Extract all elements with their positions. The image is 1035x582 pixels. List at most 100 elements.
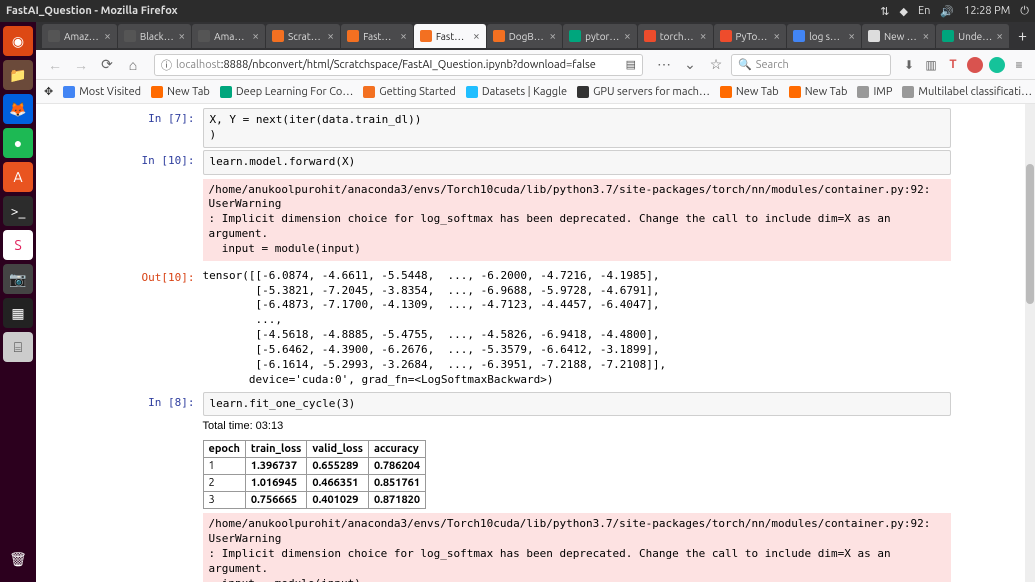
bookmarks-menu[interactable]: ✥ [44, 85, 53, 98]
browser-tab[interactable]: DogBreeds× [487, 24, 562, 48]
browser-tab[interactable]: torch — Py× [638, 24, 713, 48]
browser-tab[interactable]: PyTorch: p× [714, 24, 787, 48]
screenshot-icon[interactable]: 📷 [3, 264, 33, 294]
table-header: accuracy [368, 441, 425, 458]
tab-favicon [198, 30, 210, 42]
tab-close-icon[interactable]: × [549, 30, 556, 43]
bookmark-favicon [577, 86, 589, 98]
table-header: epoch [203, 441, 245, 458]
dash-icon[interactable]: ◉ [3, 26, 33, 56]
table-cell: 0.786204 [368, 458, 425, 475]
table-cell: 1 [203, 458, 245, 475]
bookmark-item[interactable]: GPU servers for mach… [577, 86, 710, 98]
tab-close-icon[interactable]: × [104, 30, 111, 43]
prompt-in: In [10]: [121, 150, 203, 265]
tab-favicon [644, 30, 656, 42]
tab-close-icon[interactable]: × [848, 30, 855, 43]
table-cell: 0.466351 [307, 475, 369, 492]
tab-label: FastAI_Qu [436, 31, 469, 42]
power-icon[interactable]: ⏻ [1020, 5, 1029, 18]
bookmark-item[interactable]: Getting Started [363, 86, 456, 98]
tab-close-icon[interactable]: × [473, 30, 480, 43]
vertical-scrollbar[interactable] [1025, 104, 1035, 582]
tab-label: Amazon.in: [64, 31, 100, 42]
bookmark-item[interactable]: IMP [857, 86, 892, 98]
warning-output: /home/anukoolpurohit/anaconda3/envs/Torc… [203, 179, 951, 261]
bookmark-item[interactable]: Most Visited [63, 86, 141, 98]
info-icon[interactable]: ⓘ [161, 57, 172, 73]
volume-icon[interactable]: 🔊 [940, 5, 954, 18]
app-icon[interactable]: ▦ [3, 298, 33, 328]
table-header: valid_loss [307, 441, 369, 458]
browser-tab[interactable]: Amazon.in × [192, 24, 265, 48]
tab-close-icon[interactable]: × [773, 30, 780, 43]
tab-close-icon[interactable]: × [327, 30, 334, 43]
code-input[interactable]: X, Y = next(iter(data.train_dl)) ) [203, 108, 951, 148]
bookmark-favicon [902, 86, 914, 98]
text-icon[interactable]: T [945, 57, 961, 73]
tab-close-icon[interactable]: × [400, 30, 407, 43]
browser-tab[interactable]: pytorch ad× [563, 24, 637, 48]
slack-icon[interactable]: S [3, 230, 33, 260]
code-input[interactable]: learn.model.forward(X) [203, 150, 951, 175]
clock[interactable]: 12:28 PM [964, 5, 1010, 17]
bookmark-item[interactable]: New Tab [720, 86, 779, 98]
save-pocket-icon[interactable]: ⌄ [679, 54, 701, 76]
trash-icon[interactable]: 🗑 [3, 544, 33, 574]
bookmark-item[interactable]: Datasets | Kaggle [466, 86, 567, 98]
forward-button[interactable]: → [70, 54, 92, 76]
page-actions-icon[interactable]: ⋯ [653, 54, 675, 76]
updates-icon[interactable]: ◆ [899, 5, 907, 18]
tab-close-icon[interactable]: × [700, 30, 707, 43]
bookmark-favicon [466, 86, 478, 98]
menu-icon[interactable]: ≡ [1011, 57, 1027, 73]
new-tab-button[interactable]: + [1010, 27, 1035, 45]
bookmark-label: GPU servers for mach… [593, 86, 710, 98]
tab-close-icon[interactable]: × [922, 30, 929, 43]
downloads-icon[interactable]: ⬇ [901, 57, 917, 73]
bookmark-item[interactable]: Deep Learning For Co… [220, 86, 353, 98]
grammarly-icon[interactable] [989, 57, 1005, 73]
url-bar[interactable]: ⓘ localhost:8888/nbconvert/html/Scratchs… [154, 54, 643, 76]
tab-label: FastAI_Qu [363, 31, 396, 42]
tab-close-icon[interactable]: × [624, 30, 631, 43]
terminal-icon[interactable]: >_ [3, 196, 33, 226]
tab-favicon [124, 30, 136, 42]
browser-tab[interactable]: Black & De× [118, 24, 191, 48]
browser-tab[interactable]: Amazon.in: × [42, 24, 117, 48]
bookmark-item[interactable]: New Tab [151, 86, 210, 98]
tab-close-icon[interactable]: × [252, 30, 259, 43]
reload-button[interactable]: ⟳ [96, 54, 118, 76]
bookmark-star-icon[interactable]: ☆ [705, 54, 727, 76]
browser-tab[interactable]: FastAI_Qu × [414, 24, 486, 48]
tab-label: Amazon.in [214, 31, 248, 42]
browser-tab[interactable]: FastAI_Qu × [341, 24, 413, 48]
browser-tab[interactable]: Understan× [936, 24, 1009, 48]
code-input[interactable]: learn.fit_one_cycle(3) [203, 392, 951, 417]
tab-favicon [868, 30, 880, 42]
tab-close-icon[interactable]: × [178, 30, 185, 43]
drive-icon[interactable]: ⌸ [3, 332, 33, 362]
bookmark-item[interactable]: New Tab [789, 86, 848, 98]
network-icon[interactable]: ⇅ [880, 5, 889, 18]
firefox-icon[interactable]: 🦊 [3, 94, 33, 124]
spotify-icon[interactable]: ● [3, 128, 33, 158]
adblock-icon[interactable] [967, 57, 983, 73]
browser-tab[interactable]: log softma× [787, 24, 861, 48]
page-content[interactable]: In [7]: X, Y = next(iter(data.train_dl))… [36, 104, 1035, 582]
search-box[interactable]: 🔍 Search [731, 54, 891, 76]
home-button[interactable]: ⌂ [122, 54, 144, 76]
software-icon[interactable]: A [3, 162, 33, 192]
library-icon[interactable]: ▥ [923, 57, 939, 73]
tab-favicon [420, 30, 432, 42]
bookmark-item[interactable]: Multilabel classificati… [902, 86, 1032, 98]
back-button[interactable]: ← [44, 54, 66, 76]
scrollbar-thumb[interactable] [1026, 164, 1034, 304]
bookmark-label: New Tab [736, 86, 779, 98]
browser-tab[interactable]: New fastai× [862, 24, 935, 48]
tab-close-icon[interactable]: × [996, 30, 1003, 43]
reader-icon[interactable]: ▤ [626, 58, 636, 71]
browser-tab[interactable]: Scratchspa× [266, 24, 340, 48]
files-icon[interactable]: 📁 [3, 60, 33, 90]
language-indicator[interactable]: En [918, 5, 930, 17]
